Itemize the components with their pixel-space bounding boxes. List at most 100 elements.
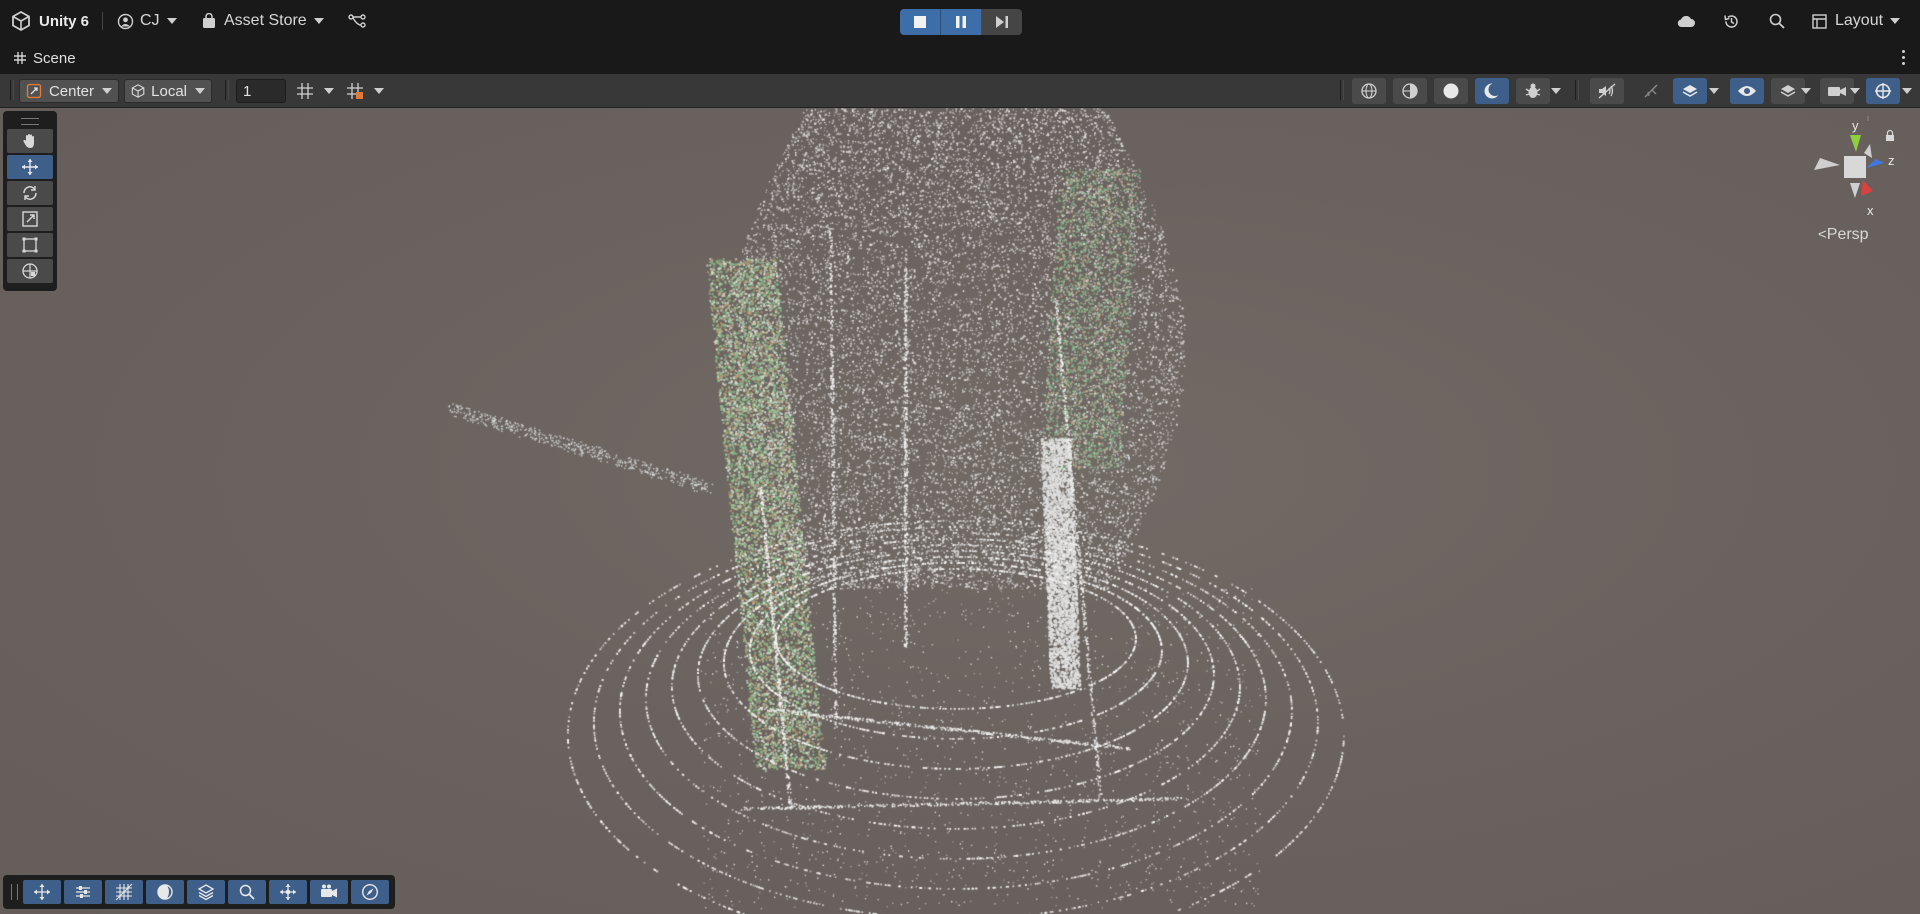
- rotate-tool-button[interactable]: [7, 181, 53, 205]
- overlay-compass-button[interactable]: [351, 880, 389, 904]
- shading-icon: [157, 884, 173, 900]
- overlay-grip[interactable]: [21, 118, 39, 125]
- scene-toolbar: Center Local 1: [0, 74, 1920, 108]
- gizmo-y-axis[interactable]: [1850, 135, 1861, 152]
- scale-tool-button[interactable]: [7, 207, 53, 231]
- debug-draw-mode-button[interactable]: [1516, 78, 1550, 104]
- gizmo-z-label: z: [1888, 153, 1895, 168]
- gizmo-center-cube[interactable]: [1844, 156, 1866, 178]
- account-dropdown[interactable]: CJ: [117, 0, 177, 42]
- chevron-down-icon[interactable]: [1902, 88, 1912, 94]
- playmode-controls: [900, 9, 1022, 35]
- chevron-down-icon[interactable]: [1850, 88, 1860, 94]
- cloud-icon: [1677, 16, 1695, 27]
- stop-icon: [914, 16, 926, 28]
- search-button[interactable]: [1769, 0, 1785, 42]
- bag-icon: [203, 13, 215, 28]
- chevron-down-icon: [1890, 18, 1901, 24]
- step-button[interactable]: [982, 9, 1022, 35]
- asset-store-label: Asset Store: [224, 12, 307, 29]
- version-control-button[interactable]: [348, 0, 366, 42]
- lock-icon[interactable]: [1886, 129, 1894, 142]
- move-tool-button[interactable]: [7, 155, 53, 179]
- chevron-down-icon[interactable]: [324, 88, 334, 94]
- pivot-mode-dropdown[interactable]: Center: [19, 79, 119, 103]
- gizmo-icon: [1875, 83, 1891, 99]
- wireframe-mode-button[interactable]: [1352, 78, 1386, 104]
- gizmos-toggle-button[interactable]: [1866, 78, 1900, 104]
- separator: [1575, 80, 1579, 100]
- tab-scene[interactable]: Scene: [14, 42, 76, 74]
- account-label: CJ: [140, 12, 160, 29]
- layers-dropdown-button[interactable]: [1771, 78, 1805, 104]
- gizmo-neg-z-axis[interactable]: [1864, 144, 1872, 158]
- chevron-down-icon[interactable]: [374, 88, 384, 94]
- overlay-layers-button[interactable]: [187, 880, 225, 904]
- compass-icon: [361, 883, 379, 901]
- chevron-down-icon[interactable]: [1709, 88, 1719, 94]
- shaded-mode-button[interactable]: [1434, 78, 1468, 104]
- play-button[interactable]: [900, 9, 941, 35]
- pause-icon: [956, 16, 966, 28]
- audio-toggle-button[interactable]: [1590, 78, 1624, 104]
- snap-icon: [347, 83, 363, 99]
- overlay-move-button[interactable]: [23, 880, 61, 904]
- transform-tool-button[interactable]: [7, 259, 53, 283]
- window-tab-bar: Scene: [0, 42, 1920, 74]
- gizmo-neg-x-axis[interactable]: [1814, 158, 1840, 170]
- local-cube-icon: [131, 84, 145, 98]
- bug-icon: [1525, 83, 1541, 98]
- effects-toggle-button[interactable]: [1634, 78, 1668, 104]
- history-icon: [1724, 14, 1738, 28]
- effects-icon: [1644, 84, 1658, 98]
- orientation-gizmo[interactable]: y z x: [1800, 108, 1920, 238]
- chevron-down-icon[interactable]: [1551, 88, 1561, 94]
- layout-dropdown[interactable]: Layout: [1812, 0, 1901, 42]
- scene-viewport[interactable]: y z x <Persp: [0, 108, 1920, 914]
- audio-muted-icon: [1598, 83, 1616, 99]
- pivot-rotation-dropdown[interactable]: Local: [124, 79, 212, 103]
- unity-logo[interactable]: Unity 6: [10, 0, 89, 42]
- projection-label: Persp: [1826, 226, 1869, 243]
- grid-snap-value: 1: [243, 82, 252, 100]
- align-icon: [76, 886, 90, 898]
- pause-button[interactable]: [941, 9, 982, 35]
- gizmo-x-label: x: [1867, 203, 1874, 218]
- unity-logo-icon: [12, 10, 30, 32]
- history-button[interactable]: [1723, 0, 1740, 42]
- overlay-grip[interactable]: [11, 884, 18, 900]
- chevron-left-icon: <: [1818, 226, 1827, 243]
- grid-visibility-button[interactable]: [290, 78, 320, 104]
- scene-visibility-button[interactable]: [1673, 78, 1707, 104]
- overlay-shading-button[interactable]: [146, 880, 184, 904]
- bottom-overlay-toolbar: [3, 875, 395, 909]
- grid-snap-input[interactable]: 1: [236, 79, 286, 103]
- hidden-objects-toggle-button[interactable]: [1730, 78, 1764, 104]
- gizmo-neg-y-axis[interactable]: [1850, 183, 1860, 198]
- increment-snap-button[interactable]: [340, 78, 370, 104]
- shaded-wireframe-icon: [1402, 83, 1418, 99]
- overlay-zoom-button[interactable]: [228, 880, 266, 904]
- rect-tool-button[interactable]: [7, 233, 53, 257]
- overlay-pivot-button[interactable]: [269, 880, 307, 904]
- view-tool-button[interactable]: [7, 129, 53, 153]
- overlay-align-button[interactable]: [64, 880, 102, 904]
- layout-label: Layout: [1835, 12, 1884, 29]
- overlay-camera-button[interactable]: [310, 880, 348, 904]
- chevron-down-icon[interactable]: [1801, 88, 1811, 94]
- cloud-button[interactable]: [1676, 0, 1696, 42]
- layers-stack-icon: [1682, 85, 1698, 97]
- camera-settings-button[interactable]: [1820, 78, 1854, 104]
- overlay-grid-button[interactable]: [105, 880, 143, 904]
- move-icon: [34, 884, 50, 900]
- shaded-wireframe-button[interactable]: [1393, 78, 1427, 104]
- moon-sphere-icon: [1484, 83, 1501, 99]
- gizmo-x-axis[interactable]: [1861, 180, 1873, 196]
- gizmo-z-axis[interactable]: [1866, 159, 1884, 168]
- lighting-toggle-button[interactable]: [1475, 78, 1509, 104]
- zoom-icon: [239, 884, 255, 900]
- camera-icon: [1828, 87, 1846, 96]
- more-options-icon[interactable]: [1902, 50, 1906, 68]
- projection-toggle[interactable]: <Persp: [1818, 226, 1869, 244]
- asset-store-dropdown[interactable]: Asset Store: [202, 0, 324, 42]
